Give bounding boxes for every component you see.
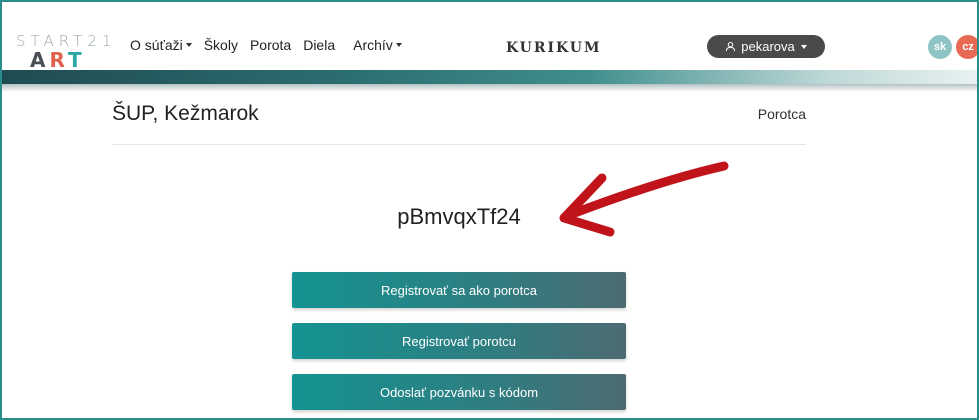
language-cz-button[interactable]: cz xyxy=(956,35,977,59)
nav-item-about[interactable]: O súťaži xyxy=(130,37,192,53)
nav-item-label: O súťaži xyxy=(130,37,183,53)
nav-item-label: Školy xyxy=(203,37,238,53)
nav-item-label: Diela xyxy=(303,37,336,53)
divider xyxy=(112,144,806,145)
send-invite-button[interactable]: Odoslať pozvánku s kódom xyxy=(292,374,626,410)
role-label: Porotca xyxy=(757,106,806,122)
page-title: ŠUP, Kežmarok xyxy=(112,102,259,125)
language-sk-button[interactable]: sk xyxy=(928,35,952,59)
arrow-icon xyxy=(559,161,729,237)
navbar-gradient-bar xyxy=(2,70,977,92)
nav-item-schools[interactable]: Školy xyxy=(204,37,238,53)
chevron-down-icon xyxy=(185,43,192,47)
chevron-down-icon xyxy=(800,44,807,49)
kurikum-logo[interactable]: KURIKUM xyxy=(506,40,601,56)
nav-item-works[interactable]: Diela xyxy=(303,37,335,53)
nav-item-label: Porota xyxy=(249,37,292,53)
nav-item-archive[interactable]: Archív xyxy=(353,37,402,53)
logo-letter-t: T xyxy=(68,48,86,72)
user-icon xyxy=(726,41,736,52)
logo-letter-r: R xyxy=(49,48,68,72)
nav-item-jury[interactable]: Porota xyxy=(250,37,291,53)
register-juror-button[interactable]: Registrovať porotcu xyxy=(292,323,626,359)
user-menu-button[interactable]: pekarova xyxy=(707,35,825,58)
navbar: START21 ART O súťaži Školy Porota Diela … xyxy=(2,2,977,72)
logo-letter-a: A xyxy=(30,48,50,72)
window-frame: START21 ART O súťaži Školy Porota Diela … xyxy=(0,0,979,420)
chevron-down-icon xyxy=(395,43,402,47)
start21-art-logo[interactable]: START21 ART xyxy=(16,32,111,72)
nav-item-label: Archív xyxy=(353,37,393,53)
main-nav: O súťaži Školy Porota Diela Archív xyxy=(130,37,414,53)
register-as-juror-button[interactable]: Registrovať sa ako porotca xyxy=(292,272,626,308)
user-name: pekarova xyxy=(741,39,795,54)
logo-art-text: ART xyxy=(30,48,86,72)
